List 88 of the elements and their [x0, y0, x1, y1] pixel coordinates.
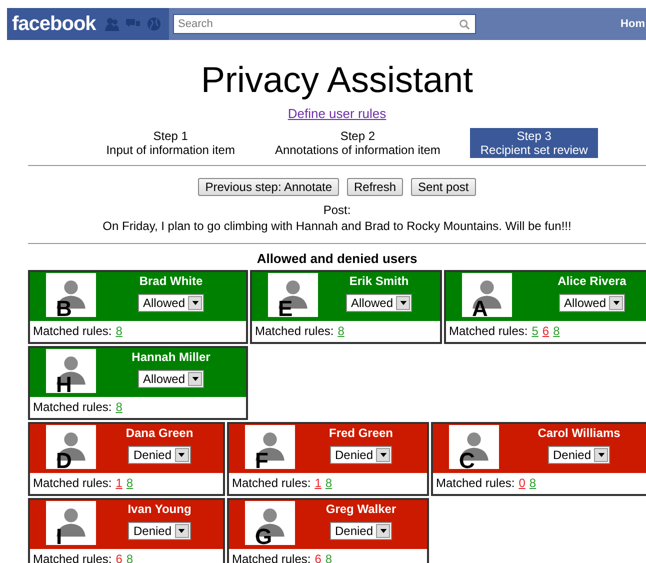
rule-link[interactable]: 6 [116, 550, 122, 563]
matched-rules-label: Matched rules: [255, 323, 334, 340]
home-link[interactable]: Hom [620, 16, 646, 32]
avatar-initial: F [255, 450, 268, 468]
rule-link[interactable]: 8 [325, 550, 332, 563]
decision-dropdown[interactable]: Denied [548, 446, 610, 464]
users-heading: Allowed and denied users [256, 250, 418, 266]
avatar-initial: I [56, 526, 62, 544]
matched-rules-label: Matched rules: [449, 323, 528, 340]
user-name: Greg Walker [326, 500, 396, 516]
avatar-initial: D [56, 450, 72, 468]
avatar-initial: E [278, 298, 293, 316]
rule-link[interactable]: 1 [314, 474, 322, 492]
user-name: Hannah Miller [132, 348, 210, 364]
decision-dropdown[interactable]: Denied [128, 446, 191, 464]
step-tab[interactable]: Step 3 Recipient set review [470, 128, 598, 158]
define-rules-link[interactable]: Define user rules [288, 104, 386, 124]
dropdown-caret-icon [174, 448, 189, 462]
action-button[interactable]: Sent post [411, 178, 476, 196]
rule-link[interactable]: 8 [116, 398, 122, 416]
dropdown-value: Allowed [564, 294, 608, 312]
matched-rules-label: Matched rules: [33, 551, 112, 563]
decision-dropdown[interactable]: Allowed [138, 294, 204, 312]
friends-icon[interactable] [105, 17, 119, 31]
page-title: Privacy Assistant [200, 60, 474, 100]
decision-dropdown[interactable]: Allowed [138, 370, 204, 388]
step-tab[interactable]: Step 1 Input of information item [96, 128, 245, 158]
search-field[interactable]: Search [173, 14, 476, 34]
dropdown-caret-icon [609, 296, 624, 310]
dropdown-caret-icon [174, 524, 189, 538]
matched-rules-label: Matched rules: [33, 475, 112, 492]
dropdown-caret-icon [188, 372, 202, 386]
dropdown-caret-icon [396, 296, 410, 310]
user-name: Brad White [139, 272, 203, 288]
search-input[interactable]: Search [174, 16, 459, 32]
rule-link[interactable]: 5 [532, 322, 538, 340]
post-label: Post: [323, 202, 351, 218]
dropdown-value: Denied [552, 446, 592, 464]
user-name: Dana Green [126, 424, 194, 440]
rule-link[interactable]: 8 [126, 474, 134, 492]
decision-dropdown[interactable]: Denied [330, 446, 392, 464]
user-name: Ivan Young [128, 500, 192, 516]
decision-dropdown[interactable]: Denied [128, 522, 191, 540]
rule-link[interactable]: 8 [116, 322, 122, 340]
logo[interactable]: facebook [7, 9, 97, 39]
matched-rules-label: Matched rules: [33, 323, 112, 340]
post-text: On Friday, I plan to go climbing with Hannah and Brad to Rocky Mountains. Will be fun!!! [102, 218, 572, 234]
dropdown-caret-icon [376, 524, 390, 538]
rule-link[interactable]: 8 [338, 322, 344, 340]
decision-dropdown[interactable]: Allowed [558, 294, 626, 312]
rule-link[interactable]: 8 [126, 550, 134, 563]
dropdown-value: Allowed [350, 294, 394, 312]
action-button[interactable]: Refresh [347, 178, 404, 196]
action-button[interactable]: Previous step: Annotate [198, 178, 339, 196]
user-name: Erik Smith [349, 272, 409, 288]
matched-rules-label: Matched rules: [33, 399, 112, 416]
decision-dropdown[interactable]: Denied [330, 522, 392, 540]
rule-link[interactable]: 8 [553, 322, 560, 340]
rule-link[interactable]: 0 [518, 474, 526, 492]
matched-rules-label: Matched rules: [436, 475, 515, 492]
dropdown-caret-icon [188, 296, 202, 310]
rule-link[interactable]: 6 [542, 322, 550, 340]
globe-icon[interactable] [147, 17, 161, 31]
decision-dropdown[interactable]: Allowed [346, 294, 412, 312]
rule-link[interactable]: 8 [529, 474, 536, 492]
rule-link[interactable]: 8 [325, 474, 332, 492]
dropdown-value: Denied [133, 522, 173, 540]
user-name: Carol Williams [538, 424, 620, 440]
dropdown-value: Denied [334, 446, 374, 464]
dropdown-value: Denied [133, 446, 173, 464]
dropdown-value: Allowed [142, 294, 186, 312]
avatar-initial: H [56, 374, 72, 392]
dropdown-caret-icon [376, 448, 390, 462]
rule-link[interactable]: 6 [314, 550, 322, 563]
dropdown-value: Allowed [142, 370, 186, 388]
dropdown-caret-icon [594, 448, 608, 462]
step-tab[interactable]: Step 2 Annotations of information item [264, 128, 450, 158]
avatar-initial: C [459, 450, 475, 468]
avatar-initial: G [255, 526, 272, 544]
user-name: Alice Rivera [558, 272, 626, 288]
dropdown-value: Denied [334, 522, 374, 540]
avatar-initial: B [56, 298, 72, 316]
rule-link[interactable]: 1 [116, 474, 122, 492]
avatar-initial: A [472, 298, 488, 316]
matched-rules-label: Matched rules: [232, 551, 311, 563]
search-icon[interactable] [459, 18, 470, 30]
matched-rules-label: Matched rules: [232, 475, 311, 492]
user-name: Fred Green [328, 424, 394, 440]
